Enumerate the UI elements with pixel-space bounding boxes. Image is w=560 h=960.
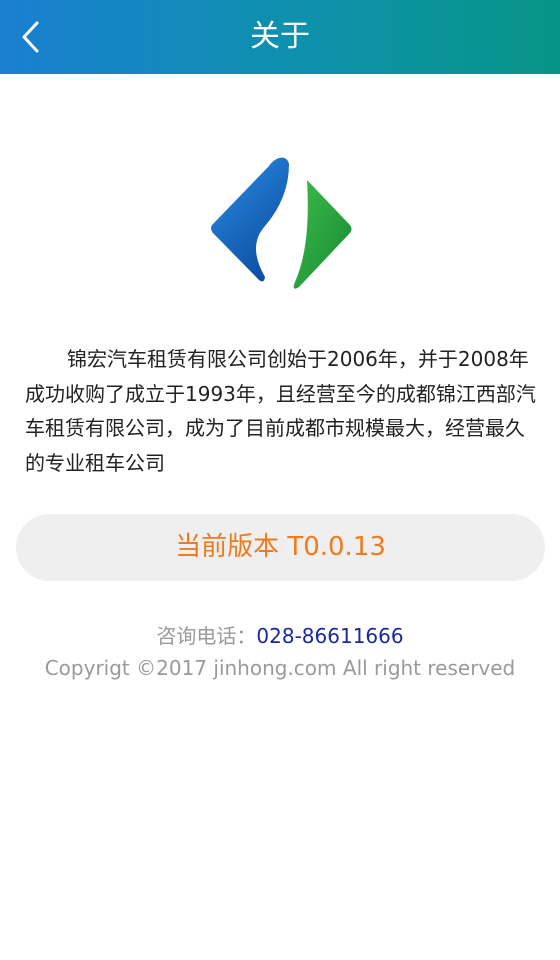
version-button[interactable]: 当前版本 T0.0.13 (16, 514, 545, 581)
chevron-left-icon (22, 21, 39, 53)
back-button[interactable] (6, 12, 56, 62)
app-header: 关于 (0, 0, 560, 74)
company-intro-text: 锦宏汽车租赁有限公司创始于2006年，并于2008年成功收购了成立于1993年，… (25, 347, 536, 475)
page-title: 关于 (250, 19, 310, 54)
contact-label: 咨询电话： (156, 624, 257, 648)
contact-line: 咨询电话：028-86611666 (0, 621, 560, 651)
phone-link[interactable]: 028-86611666 (256, 624, 403, 648)
company-logo (211, 157, 352, 289)
logo-green-shape (293, 180, 352, 289)
copyright-text: Copyrigt ©2017 jinhong.com All right res… (44, 656, 516, 680)
logo-blue-shape (211, 157, 289, 282)
